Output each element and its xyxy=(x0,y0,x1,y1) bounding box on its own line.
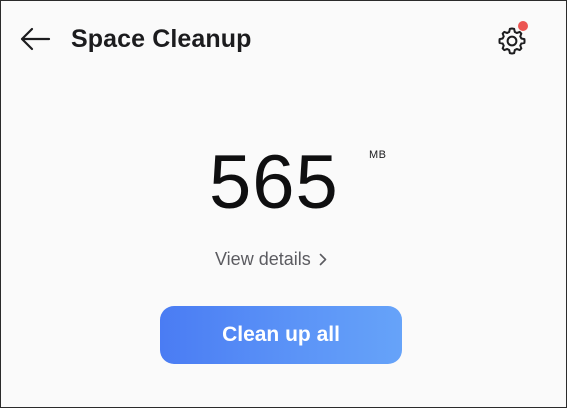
cleanable-size: 565 MB xyxy=(1,139,566,229)
arrow-left-icon xyxy=(20,27,51,51)
size-value: 565 xyxy=(209,140,339,225)
page-title: Space Cleanup xyxy=(71,25,252,53)
view-details-label: View details xyxy=(215,249,311,269)
size-unit: MB xyxy=(369,149,387,161)
clean-up-all-button[interactable]: Clean up all xyxy=(160,306,402,364)
header-bar: Space Cleanup xyxy=(1,1,566,79)
settings-button[interactable] xyxy=(494,21,530,59)
space-cleanup-screen: Space Cleanup 565 MB View details Clean … xyxy=(0,0,567,408)
back-button[interactable] xyxy=(17,21,53,57)
view-details-link[interactable]: View details xyxy=(215,249,329,270)
chevron-right-icon xyxy=(319,253,329,267)
notification-badge xyxy=(518,21,528,31)
